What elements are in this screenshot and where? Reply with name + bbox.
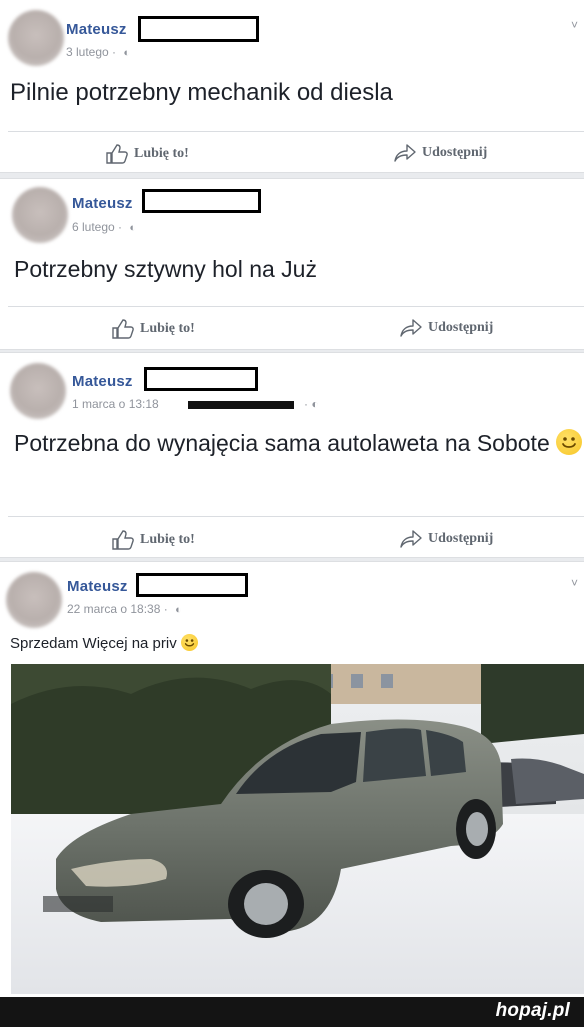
divider xyxy=(8,131,584,132)
avatar[interactable] xyxy=(10,363,66,419)
like-label: Lubię to! xyxy=(140,321,195,336)
post-timestamp[interactable]: 22 marca o 18:38 · ◐ xyxy=(67,602,182,616)
post-text: Pilnie potrzebny mechanik od diesla xyxy=(10,79,393,106)
globe-icon: ◐ xyxy=(129,222,137,234)
redaction-box xyxy=(138,16,259,42)
share-arrow-icon xyxy=(394,144,416,162)
post-date[interactable]: 3 lutego xyxy=(66,45,109,59)
post-timestamp[interactable]: 1 marca o 13:18 xyxy=(72,397,159,411)
avatar[interactable] xyxy=(8,10,64,66)
share-arrow-icon xyxy=(400,319,422,337)
post-timestamp[interactable]: 6 lutego · ◐ xyxy=(72,220,136,234)
divider xyxy=(8,306,584,307)
avatar[interactable] xyxy=(6,572,62,628)
share-label: Udostępnij xyxy=(428,531,494,546)
share-button[interactable]: Udostępnij xyxy=(400,530,493,548)
post-text: Potrzebna do wynajęcia sama autolaweta n… xyxy=(14,426,584,460)
like-button[interactable]: Lubię to! xyxy=(106,144,189,164)
globe-icon: ◐ xyxy=(175,604,182,616)
watermark-bar: hopaj.pl xyxy=(0,997,584,1027)
avatar[interactable] xyxy=(12,187,68,243)
like-label: Lubię to! xyxy=(140,532,195,547)
post-date[interactable]: 22 marca o 18:38 xyxy=(67,602,160,616)
car-photo-illustration xyxy=(11,664,584,994)
share-button[interactable]: Udostępnij xyxy=(394,144,487,162)
like-button[interactable]: Lubię to! xyxy=(112,530,195,550)
car-photo[interactable] xyxy=(11,664,584,994)
post-3: Mateusz 1 marca o 13:18 · ◐ Potrzebna do… xyxy=(0,352,584,558)
like-label: Lubię to! xyxy=(134,146,189,161)
globe-icon: ◐ xyxy=(123,47,131,59)
author-name[interactable]: Mateusz xyxy=(72,373,133,390)
thumbs-up-icon xyxy=(106,144,128,164)
post-text: Potrzebny sztywny hol na Już xyxy=(14,256,317,282)
chevron-down-icon[interactable]: ˅ xyxy=(571,576,578,590)
chevron-down-icon[interactable]: ˅ xyxy=(571,18,578,32)
divider xyxy=(8,516,584,517)
share-label: Udostępnij xyxy=(428,320,494,335)
smiley-emoji-icon xyxy=(556,429,583,455)
thumbs-up-icon xyxy=(112,319,134,339)
share-arrow-icon xyxy=(400,530,422,548)
share-label: Udostępnij xyxy=(422,145,488,160)
post-2: Mateusz 6 lutego · ◐ Potrzebny sztywny h… xyxy=(0,178,584,350)
author-name[interactable]: Mateusz xyxy=(67,578,128,595)
smiley-emoji-icon xyxy=(180,634,198,651)
post-date[interactable]: 6 lutego xyxy=(72,220,115,234)
author-name[interactable]: Mateusz xyxy=(72,195,133,212)
redaction-box xyxy=(136,573,248,597)
post-1: Mateusz ˅ 3 lutego · ◐ Pilnie potrzebny … xyxy=(0,0,584,173)
thumbs-up-icon xyxy=(112,530,134,550)
globe-icon: · ◐ xyxy=(304,397,319,411)
post-text: Sprzedam Więcej na priv xyxy=(10,633,198,654)
post-timestamp[interactable]: 3 lutego · ◐ xyxy=(66,45,130,59)
redaction-box xyxy=(144,367,258,391)
like-button[interactable]: Lubię to! xyxy=(112,319,195,339)
share-button[interactable]: Udostępnij xyxy=(400,319,493,337)
redaction-box xyxy=(142,189,261,213)
site-watermark[interactable]: hopaj.pl xyxy=(496,1000,570,1022)
author-name[interactable]: Mateusz xyxy=(66,21,127,38)
post-date[interactable]: 1 marca o 13:18 xyxy=(72,397,159,411)
redaction-bar xyxy=(188,401,294,409)
